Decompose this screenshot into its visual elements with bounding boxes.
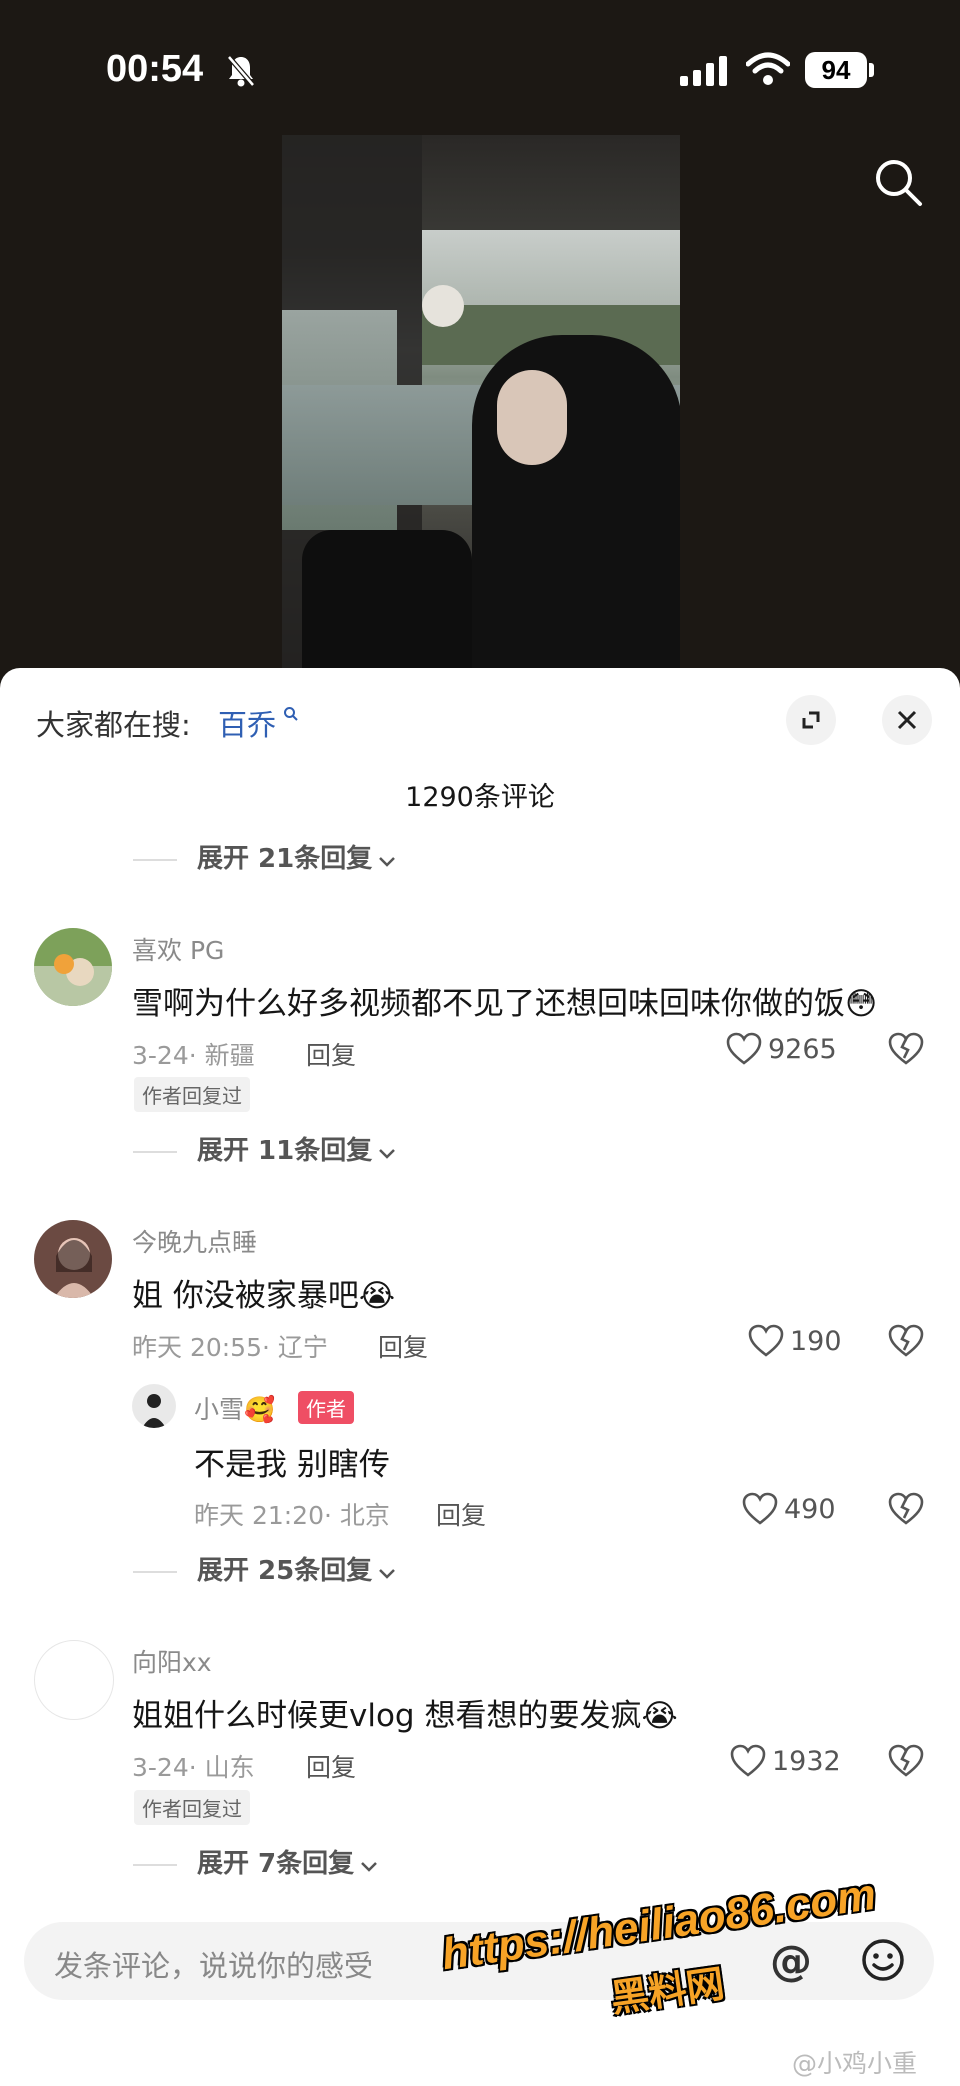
like-count: 9265 (768, 1034, 837, 1065)
comment-username[interactable]: 今晚九点睡 (132, 1223, 257, 1259)
cellular-signal-icon (680, 56, 728, 90)
comment-username[interactable]: 喜欢 PG (132, 931, 224, 967)
chevron-down-icon (378, 1137, 396, 1167)
like-count: 1932 (772, 1746, 841, 1777)
dislike-broken-heart-icon[interactable] (888, 1324, 924, 1362)
avatar[interactable] (34, 1220, 112, 1298)
expand-replies-label: 展开 7条回复 (197, 1849, 355, 1879)
author-replied-badge: 作者回复过 (134, 1077, 250, 1112)
comment-meta: 昨天 20:55· 辽宁 (132, 1333, 328, 1362)
search-icon[interactable] (872, 156, 924, 212)
avatar[interactable] (34, 928, 112, 1006)
expand-replies-button[interactable]: 展开 21条回复 (133, 838, 396, 878)
battery-tip (869, 63, 874, 77)
dislike-broken-heart-icon[interactable] (888, 1032, 924, 1070)
reply-button[interactable]: 回复 (436, 1496, 486, 1532)
small-search-icon (283, 706, 299, 726)
comment-meta: 3-24· 新疆 (132, 1041, 255, 1070)
comment-meta: 昨天 21:20· 北京 (194, 1501, 390, 1530)
reply-button[interactable]: 回复 (306, 1748, 356, 1784)
comment-content: 姐姐什么时候更vlog 想看想的要发疯😭 (132, 1698, 678, 1734)
chevron-down-icon (378, 1557, 396, 1587)
battery-indicator: 94 (805, 52, 867, 88)
avatar[interactable] (34, 1640, 114, 1720)
comment-content: 不是我 别瞎传 (194, 1447, 390, 1483)
reply-button[interactable]: 回复 (306, 1036, 356, 1072)
status-time: 00:54 (106, 48, 204, 90)
mention-at-icon[interactable]: @ (770, 1936, 812, 1985)
comment-username[interactable]: 小雪🥰 (194, 1390, 275, 1426)
bell-muted-icon (226, 54, 256, 92)
like-count: 490 (784, 1494, 836, 1525)
expand-replies-label: 展开 11条回复 (197, 1136, 373, 1166)
expand-sheet-button[interactable] (786, 695, 836, 745)
expand-replies-label: 展开 25条回复 (197, 1556, 373, 1586)
comment-count: 1290条评论 (405, 782, 555, 813)
avatar[interactable] (132, 1384, 176, 1428)
chevron-down-icon (378, 845, 396, 875)
comment-meta: 3-24· 山东 (132, 1753, 255, 1782)
comment-content: 姐 你没被家暴吧😭 (132, 1278, 396, 1314)
comment-username[interactable]: 向阳xx (132, 1643, 212, 1679)
trending-search-term[interactable]: 百乔 (218, 702, 276, 744)
wifi-icon (745, 52, 791, 90)
video-player[interactable] (282, 135, 680, 670)
heart-icon[interactable] (730, 1744, 766, 1782)
like-count: 190 (790, 1326, 842, 1357)
comment-input-placeholder: 发条评论，说说你的感受 (54, 1949, 374, 1983)
heart-icon[interactable] (726, 1032, 762, 1070)
weibo-watermark: @小鸡小重 (792, 2049, 918, 2078)
reply-button[interactable]: 回复 (378, 1328, 428, 1364)
expand-replies-button[interactable]: 展开 11条回复 (133, 1130, 396, 1170)
chevron-down-icon (360, 1850, 378, 1880)
heart-icon[interactable] (742, 1492, 778, 1530)
trending-search-label: 大家都在搜: (36, 708, 191, 742)
expand-replies-label: 展开 21条回复 (197, 844, 373, 874)
emoji-icon[interactable] (860, 1937, 906, 1987)
dislike-broken-heart-icon[interactable] (888, 1492, 924, 1530)
expand-replies-button[interactable]: 展开 7条回复 (133, 1843, 378, 1883)
author-replied-badge: 作者回复过 (134, 1790, 250, 1825)
close-button[interactable] (882, 695, 932, 745)
comment-content: 雪啊为什么好多视频都不见了还想回味回味你做的饭😳 (132, 986, 878, 1022)
dislike-broken-heart-icon[interactable] (888, 1744, 924, 1782)
heart-icon[interactable] (748, 1324, 784, 1362)
author-badge: 作者 (298, 1391, 354, 1424)
expand-replies-button[interactable]: 展开 25条回复 (133, 1550, 396, 1590)
